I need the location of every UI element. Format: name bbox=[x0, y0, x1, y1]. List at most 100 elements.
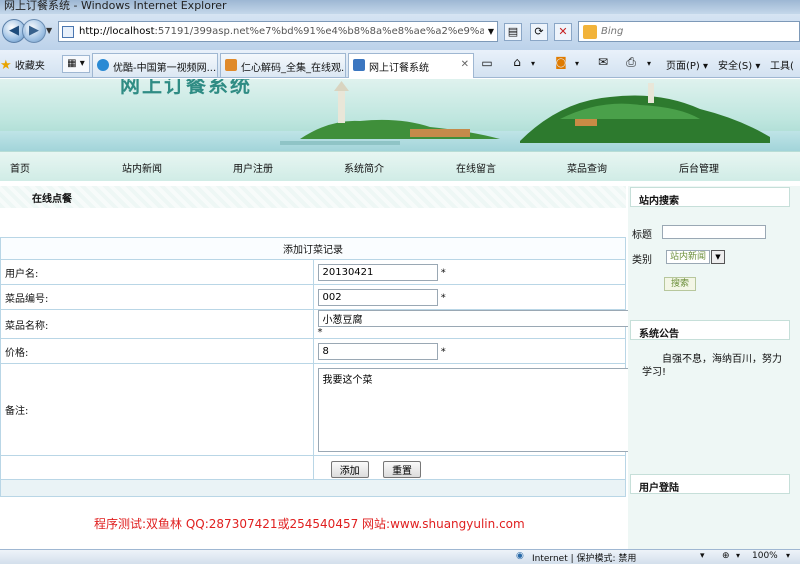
tools-menu[interactable]: 工具( bbox=[770, 57, 794, 72]
required-mark: * bbox=[440, 346, 446, 357]
nav-home[interactable]: 首页 bbox=[10, 160, 30, 175]
category-select[interactable]: 站内新闻 ▼ bbox=[666, 250, 725, 264]
page-menu-label: 页面(P) bbox=[666, 61, 700, 72]
banner-island-image bbox=[280, 81, 770, 145]
print-icon[interactable]: ⎙ bbox=[622, 55, 640, 71]
form-footer-strip bbox=[0, 479, 626, 497]
forward-arrow-icon: ▶ bbox=[29, 23, 39, 38]
search-box[interactable] bbox=[578, 21, 800, 42]
title-label: 标题 bbox=[632, 230, 652, 241]
new-tab-icon[interactable]: ▭ bbox=[478, 56, 496, 72]
form-caption: 添加订菜记录 bbox=[0, 237, 626, 260]
section-title: 在线点餐 bbox=[32, 194, 72, 205]
forward-button[interactable]: ▶ bbox=[22, 19, 46, 43]
safety-menu[interactable]: 安全(S) ▾ bbox=[718, 57, 760, 72]
search-panel-header: 站内搜索 bbox=[630, 187, 790, 207]
login-panel-title: 用户登陆 bbox=[639, 483, 679, 494]
favorites-label: 收藏夹 bbox=[14, 61, 45, 72]
zoom-level[interactable]: 100% bbox=[752, 551, 778, 561]
tab-label: 网上订餐系统 bbox=[369, 63, 429, 74]
site-icon bbox=[225, 59, 237, 71]
status-bar: ◉ Internet | 保护模式: 禁用 ▾ ⊕ ▾ 100% ▾ bbox=[0, 549, 800, 564]
youku-icon bbox=[97, 59, 109, 71]
chevron-down-icon[interactable]: ▼ bbox=[711, 250, 725, 264]
dish-no-label: 菜品编号: bbox=[0, 284, 314, 310]
reset-button[interactable]: 重置 bbox=[383, 461, 422, 478]
quick-tabs-button[interactable]: ▦ ▾ bbox=[62, 55, 90, 73]
address-dropdown-icon[interactable]: ▼ bbox=[488, 27, 494, 36]
url-host: http://localhost bbox=[79, 26, 155, 37]
tab-renxin[interactable]: 仁心解码_全集_在线观... bbox=[220, 53, 346, 77]
zoom-menu-icon[interactable]: ▾ bbox=[786, 551, 790, 560]
search-panel-title: 站内搜索 bbox=[639, 196, 679, 207]
compatibility-view-icon[interactable]: ▤ bbox=[504, 23, 522, 41]
login-panel-header: 用户登陆 bbox=[630, 474, 790, 494]
required-mark: * bbox=[440, 267, 446, 278]
page-content: 网上订餐系统 首页 站内新闻 用户注册 系统简介 在线留言 菜品查询 后台管理 … bbox=[0, 79, 800, 549]
category-label: 类别 bbox=[632, 255, 652, 266]
add-button[interactable]: 添加 bbox=[330, 461, 369, 478]
page-icon bbox=[353, 59, 365, 71]
notice-panel-title: 系统公告 bbox=[639, 329, 679, 340]
price-input[interactable] bbox=[317, 342, 438, 360]
price-label: 价格: bbox=[0, 338, 314, 364]
credit-line: 程序测试:双鱼林 QQ:287307421或254540457 网站:www.s… bbox=[94, 517, 525, 531]
globe-icon: ◉ bbox=[516, 551, 524, 561]
address-toolbar: ◀ ▶ ▼ http://localhost:57191/399asp.net%… bbox=[0, 14, 800, 50]
history-dropdown-icon[interactable]: ▼ bbox=[46, 26, 52, 35]
safety-menu-label: 安全(S) bbox=[718, 61, 753, 72]
tab-youku[interactable]: 优酷-中国第一视频网... bbox=[92, 53, 218, 77]
category-selected: 站内新闻 bbox=[670, 252, 707, 262]
remark-label: 备注: bbox=[0, 363, 314, 456]
tab-toolbar: ★ 收藏夹 ▦ ▾ 优酷-中国第一视频网... 仁心解码_全集_在线观... 网… bbox=[0, 50, 800, 78]
zoom-dropdown-icon[interactable]: ▾ bbox=[700, 551, 705, 561]
site-banner: 网上订餐系统 bbox=[0, 79, 800, 151]
order-form: 添加订菜记录 用户名: * 菜品编号: * 菜品名称: * 价格: bbox=[0, 237, 644, 484]
dish-name-cell: * bbox=[312, 309, 638, 339]
favorites-button[interactable]: ★ 收藏夹 bbox=[0, 57, 45, 73]
required-mark: * bbox=[440, 292, 446, 303]
window-title-bar: 网上订餐系统 - Windows Internet Explorer bbox=[0, 0, 800, 14]
window-title: 网上订餐系统 - Windows Internet Explorer bbox=[4, 0, 227, 12]
username-input[interactable] bbox=[317, 263, 438, 281]
page-menu[interactable]: 页面(P) ▾ bbox=[666, 57, 708, 72]
zoom-caret-icon: ▾ bbox=[736, 551, 741, 560]
notice-text: 自强不息，海纳百川，努力学习! bbox=[642, 354, 782, 378]
print-dropdown-icon[interactable]: ▾ bbox=[640, 59, 658, 75]
home-dropdown-icon[interactable]: ▾ bbox=[524, 59, 542, 75]
refresh-icon[interactable]: ⟳ bbox=[530, 23, 548, 41]
required-mark: * bbox=[317, 327, 323, 338]
bing-icon bbox=[583, 25, 597, 39]
nav-register[interactable]: 用户注册 bbox=[233, 160, 273, 175]
zone-status: Internet | 保护模式: 禁用 bbox=[532, 554, 637, 564]
remark-cell: 我要这个菜 bbox=[312, 363, 644, 456]
nav-about[interactable]: 系统简介 bbox=[344, 160, 384, 175]
url-path: :57191/399asp.net%e7%bd%91%e4%b8%8a%e8%a… bbox=[154, 26, 484, 37]
dish-name-label: 菜品名称: bbox=[0, 309, 314, 339]
title-search-input[interactable] bbox=[662, 225, 766, 239]
address-url[interactable]: http://localhost:57191/399asp.net%e7%bd%… bbox=[79, 26, 484, 37]
nav-message[interactable]: 在线留言 bbox=[456, 160, 496, 175]
price-cell: * bbox=[312, 338, 626, 364]
tab-label: 优酷-中国第一视频网... bbox=[113, 63, 217, 74]
search-input[interactable] bbox=[601, 24, 781, 39]
tab-ordering-system[interactable]: 网上订餐系统 ✕ bbox=[348, 53, 474, 78]
mail-icon[interactable]: ✉ bbox=[594, 55, 612, 71]
stop-icon[interactable]: ✕ bbox=[554, 23, 572, 41]
nav-news[interactable]: 站内新闻 bbox=[122, 160, 162, 175]
nav-dish-search[interactable]: 菜品查询 bbox=[567, 160, 607, 175]
username-label: 用户名: bbox=[0, 259, 314, 285]
notice-panel-header: 系统公告 bbox=[630, 320, 790, 340]
address-bar[interactable]: http://localhost:57191/399asp.net%e7%bd%… bbox=[58, 21, 498, 42]
nav-admin[interactable]: 后台管理 bbox=[679, 160, 719, 175]
page-icon bbox=[62, 26, 74, 38]
dish-no-cell: * bbox=[312, 284, 626, 310]
username-cell: * bbox=[312, 259, 626, 285]
tab-label: 仁心解码_全集_在线观... bbox=[241, 63, 346, 74]
remark-textarea[interactable]: 我要这个菜 bbox=[317, 367, 644, 452]
dish-no-input[interactable] bbox=[317, 288, 438, 306]
rss-dropdown-icon[interactable]: ▾ bbox=[568, 59, 586, 75]
close-tab-icon[interactable]: ✕ bbox=[461, 59, 469, 70]
dish-name-input[interactable] bbox=[317, 310, 638, 327]
search-button[interactable]: 搜索 bbox=[664, 277, 697, 291]
